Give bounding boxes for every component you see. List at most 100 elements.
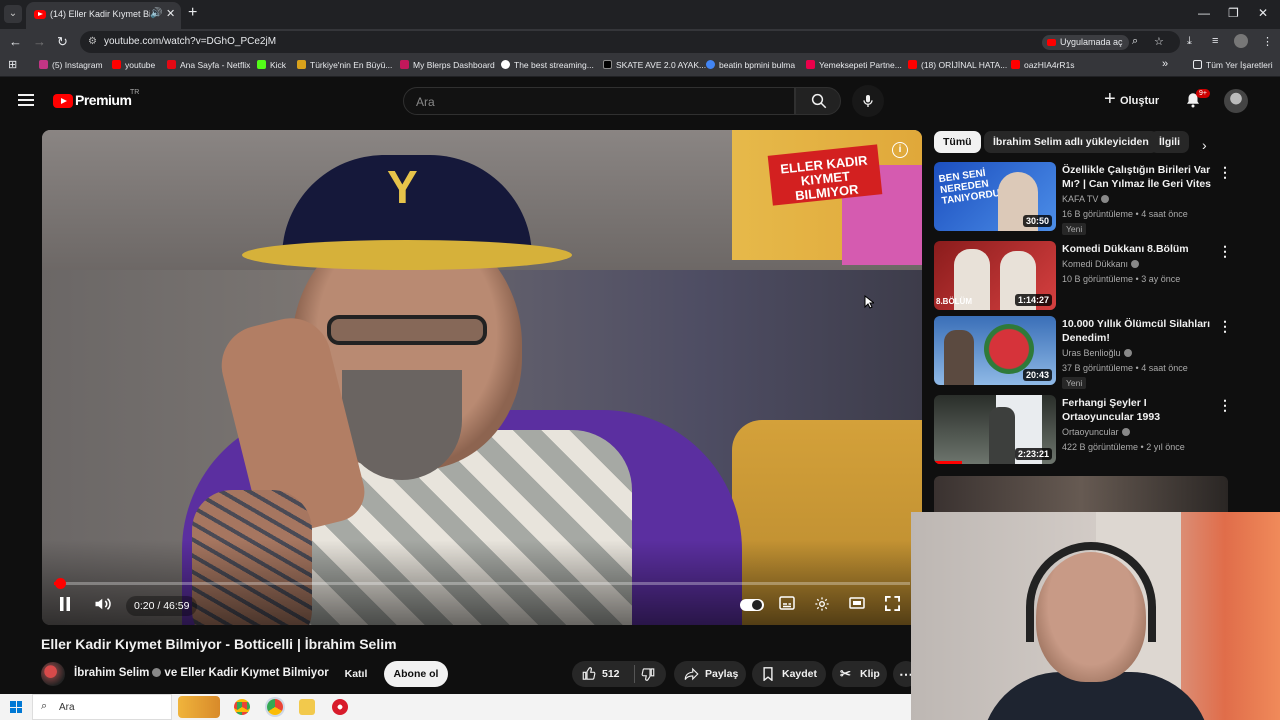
browser-tab-active[interactable]: (14) Eller Kadir Kıymet Bilm 🔊 ✕ <box>26 2 181 29</box>
bookmark-item[interactable]: My Blerps Dashboard <box>400 60 495 70</box>
more-options-icon[interactable]: ⋮ <box>1218 397 1232 414</box>
close-window-button[interactable]: ✕ <box>1258 6 1268 20</box>
media-controls-icon[interactable]: ≡ <box>1212 35 1218 47</box>
progress-scrubber[interactable] <box>54 578 66 589</box>
search-highlight-icon[interactable] <box>178 696 220 718</box>
profile-avatar[interactable] <box>1234 34 1248 48</box>
recommendation-channel[interactable]: KAFA TV <box>1062 194 1110 204</box>
browser-menu-icon[interactable]: ⋮ <box>1262 35 1273 48</box>
voice-search-button[interactable] <box>852 85 884 117</box>
recommendation-channel[interactable]: Ortaoyuncular <box>1062 427 1130 437</box>
recommendation-item[interactable]: 2:23:21 Ferhangi Şeyler I Ortaoyuncular … <box>934 395 1234 467</box>
recommendation-thumbnail[interactable]: 20:43 <box>934 316 1056 385</box>
account-avatar[interactable] <box>1224 89 1248 113</box>
reload-button[interactable]: ↻ <box>57 34 68 50</box>
bookmark-item[interactable]: oazHIA4rR1s <box>1011 60 1075 70</box>
apps-grid-icon[interactable]: ⊞ <box>8 58 17 71</box>
tab-search-button[interactable]: ⌄ <box>4 5 22 23</box>
bookmark-item[interactable]: youtube <box>112 60 155 70</box>
bookmark-item[interactable]: Yemeksepeti Partne... <box>806 60 902 70</box>
chrome-active-icon[interactable] <box>267 699 283 715</box>
channel-name[interactable]: Ortaoyuncular <box>1062 427 1119 437</box>
recommendation-title[interactable]: Ferhangi Şeyler I Ortaoyuncular 1993 <box>1062 396 1212 424</box>
channel-avatar[interactable] <box>41 662 65 686</box>
recommendation-channel[interactable]: Komedi Dükkanı <box>1062 259 1140 269</box>
chip-related[interactable]: İlgili <box>1150 131 1189 153</box>
guide-menu-icon[interactable] <box>18 94 34 106</box>
restore-window-button[interactable]: ❐ <box>1228 6 1239 20</box>
all-bookmarks-folder[interactable]: Tüm Yer İşaretleri <box>1193 60 1273 70</box>
minimize-window-button[interactable]: — <box>1198 6 1210 20</box>
info-icon[interactable]: i <box>892 142 908 158</box>
share-button[interactable]: Paylaş <box>674 661 746 687</box>
zoom-icon[interactable]: ⌕ <box>1132 35 1138 48</box>
like-button[interactable]: 512 <box>580 661 630 687</box>
bookmark-item[interactable]: (5) Instagram <box>39 60 103 70</box>
open-in-app-button[interactable]: Uygulamada aç <box>1042 35 1129 50</box>
clip-button[interactable]: ✂ Klip <box>832 661 887 687</box>
recording-app-icon[interactable] <box>332 699 348 715</box>
recommendation-thumbnail-partial[interactable] <box>934 476 1228 512</box>
chip-from-uploader[interactable]: İbrahim Selim adlı yükleyiciden <box>984 131 1158 153</box>
downloads-icon[interactable]: ⤓ <box>1187 35 1192 48</box>
channel-names[interactable]: İbrahim Selim ve Eller Kadir Kıymet Bilmi… <box>74 667 329 679</box>
bookmark-item[interactable]: (18) ORİJİNAL HATA... <box>908 60 1007 70</box>
chevron-right-icon[interactable]: › <box>1202 137 1207 153</box>
settings-button[interactable] <box>814 596 830 615</box>
recommendation-title[interactable]: Komedi Dükkanı 8.Bölüm <box>1062 242 1212 256</box>
recommendation-thumbnail[interactable]: 8.BÖLÜM 1:14:27 <box>934 241 1056 310</box>
tab-audio-icon[interactable]: 🔊 <box>150 8 162 19</box>
bookmark-item[interactable]: beatin bpmini bulma <box>706 60 795 70</box>
bookmark-item[interactable]: SKATE AVE 2.0 AYAK... <box>603 60 706 70</box>
subscribe-button[interactable]: Abone ol <box>384 661 448 687</box>
channel-name[interactable]: KAFA TV <box>1062 194 1098 204</box>
recommendation-title[interactable]: Özellikle Çalıştığın Birileri Var Mı? | … <box>1062 163 1212 191</box>
file-explorer-icon[interactable] <box>299 699 315 715</box>
autoplay-toggle[interactable] <box>740 599 764 611</box>
recommendation-channel[interactable]: Uras Benlioğlu <box>1062 348 1132 358</box>
more-options-icon[interactable]: ⋮ <box>1218 318 1232 335</box>
channel-name[interactable]: Komedi Dükkanı <box>1062 259 1128 269</box>
bookmark-item[interactable]: Türkiye'nin En Büyü... <box>297 60 392 70</box>
video-player[interactable]: ELLER KADIR KIYMET BILMIYOR Y i 0:20 / 4… <box>42 130 922 625</box>
fullscreen-button[interactable] <box>885 596 900 614</box>
subtitles-button[interactable] <box>779 596 795 613</box>
chrome-icon[interactable] <box>234 699 250 715</box>
site-info-icon[interactable]: ⚙ <box>88 36 97 47</box>
progress-bar[interactable] <box>54 578 910 589</box>
more-options-icon[interactable]: ⋮ <box>1218 243 1232 260</box>
recommendation-thumbnail[interactable]: BEN SENİ NEREDEN TANIYORDUM? 30:50 <box>934 162 1056 231</box>
dislike-button[interactable] <box>640 666 655 692</box>
join-button[interactable]: Katıl <box>335 661 377 687</box>
bookmark-item[interactable]: The best streaming... <box>501 60 594 70</box>
address-bar[interactable]: ⚙ youtube.com/watch?v=DGhO_PCe2jM Uygula… <box>80 31 1180 53</box>
create-button[interactable]: Oluştur <box>1102 88 1159 112</box>
bookmark-star-icon[interactable]: ☆ <box>1154 35 1164 48</box>
taskbar-search-input[interactable]: ⌕ Ara <box>32 694 172 720</box>
channel-b-name[interactable]: Eller Kadir Kıymet Bilmiyor <box>180 667 328 679</box>
recommendation-item[interactable]: 8.BÖLÜM 1:14:27 Komedi Dükkanı 8.Bölüm K… <box>934 241 1234 313</box>
save-button[interactable]: Kaydet <box>752 661 826 687</box>
search-button[interactable] <box>795 87 841 115</box>
theater-mode-button[interactable] <box>849 596 865 613</box>
recommendation-thumbnail[interactable]: 2:23:21 <box>934 395 1056 464</box>
new-tab-button[interactable]: + <box>188 4 197 22</box>
thumbnail-watermelon <box>984 324 1034 374</box>
mute-button[interactable] <box>94 596 112 615</box>
chip-all[interactable]: Tümü <box>934 131 981 153</box>
more-options-icon[interactable]: ⋮ <box>1218 164 1232 181</box>
recommendation-title[interactable]: 10.000 Yıllık Ölümcül Silahları Denedim! <box>1062 317 1212 345</box>
bookmark-item[interactable]: Kick <box>257 60 286 70</box>
bookmark-item[interactable]: Ana Sayfa - Netflix <box>167 60 250 70</box>
bookmarks-overflow-icon[interactable]: » <box>1162 58 1168 70</box>
channel-name[interactable]: Uras Benlioğlu <box>1062 348 1121 358</box>
tab-close-icon[interactable]: ✕ <box>166 7 175 20</box>
search-input[interactable]: Ara <box>403 87 795 115</box>
forward-button[interactable]: → <box>33 34 46 49</box>
pause-button[interactable] <box>58 596 72 615</box>
recommendation-item[interactable]: BEN SENİ NEREDEN TANIYORDUM? 30:50 Özell… <box>934 162 1234 235</box>
channel-a-name[interactable]: İbrahim Selim <box>74 667 149 679</box>
recommendation-item[interactable]: 20:43 10.000 Yıllık Ölümcül Silahları De… <box>934 316 1234 389</box>
back-button[interactable]: ← <box>9 34 22 49</box>
windows-start-icon[interactable] <box>10 701 22 713</box>
